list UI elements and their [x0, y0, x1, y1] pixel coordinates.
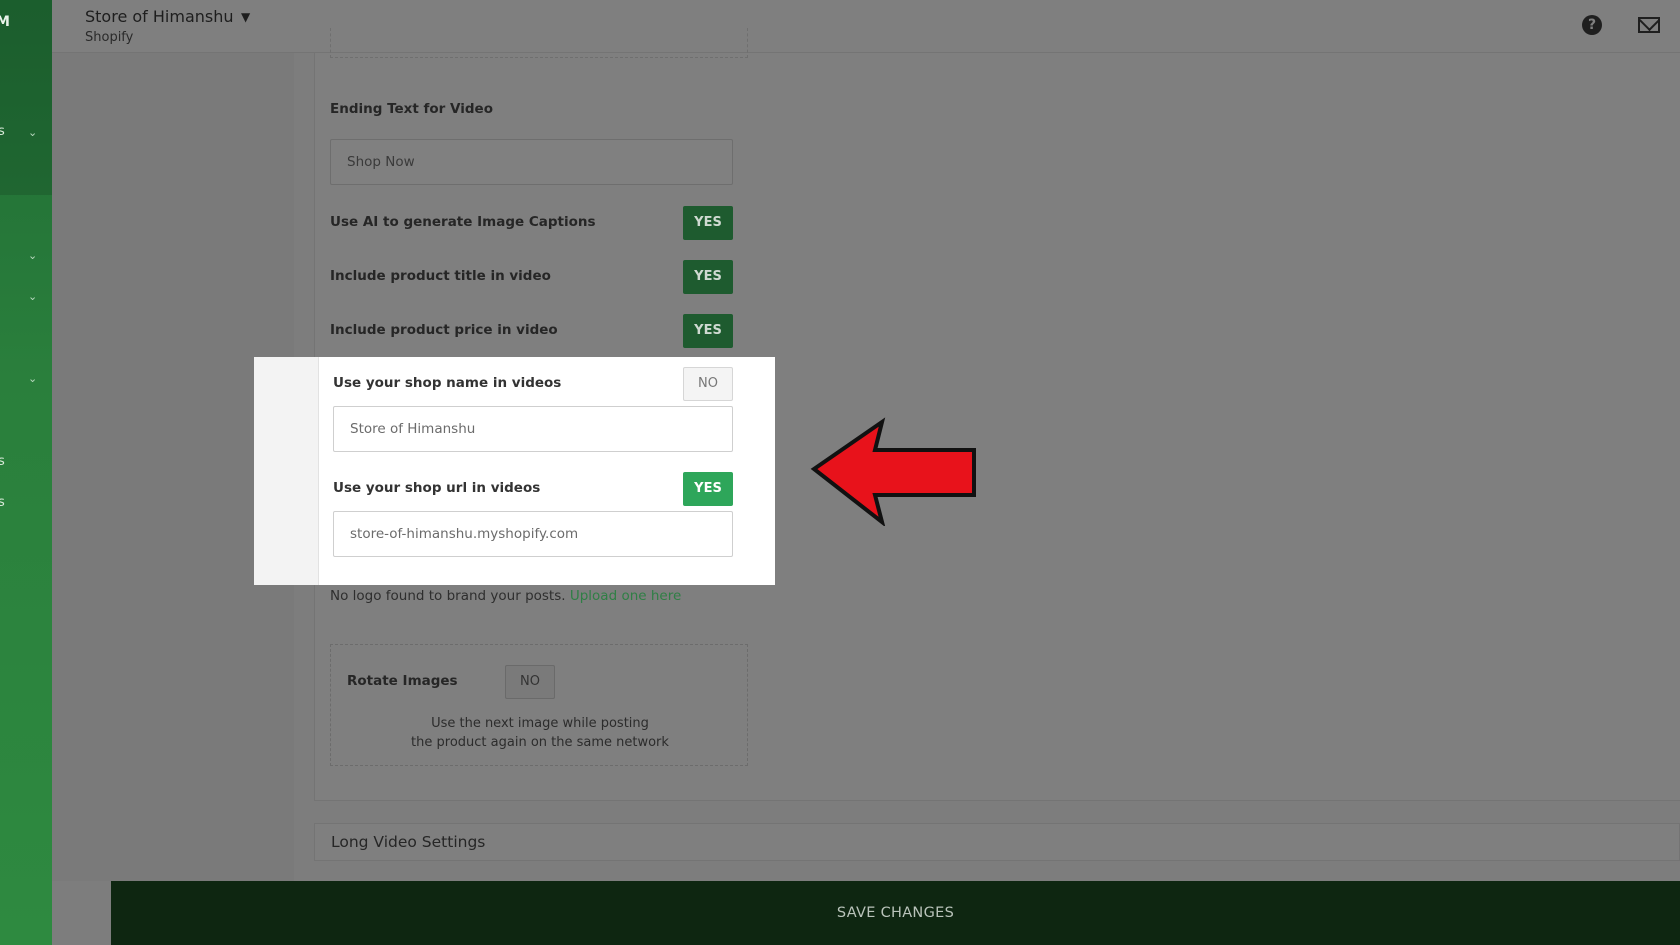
- shop-name-input[interactable]: Store of Himanshu: [333, 406, 733, 452]
- sidebar-item-2[interactable]: s: [0, 454, 5, 469]
- mail-icon[interactable]: [1638, 17, 1660, 33]
- platform-label: Shopify: [85, 30, 134, 45]
- ending-text-label: Ending Text for Video: [330, 101, 493, 117]
- logo-note-text: No logo found to brand your posts.: [330, 588, 566, 604]
- ending-text-input[interactable]: Shop Now: [330, 139, 733, 185]
- rotate-images-box: Rotate Images NO Use the next image whil…: [330, 644, 748, 766]
- product-price-toggle[interactable]: YES: [683, 314, 733, 348]
- product-price-label: Include product price in video: [330, 322, 558, 338]
- caret-down-icon[interactable]: ▼: [241, 10, 250, 24]
- product-title-label: Include product title in video: [330, 268, 551, 284]
- upload-logo-link[interactable]: Upload one here: [570, 588, 681, 604]
- red-arrow-icon: [810, 417, 976, 526]
- sidebar: M s ⌄ ⌄ ⌄ ⌄ s s: [0, 0, 52, 945]
- highlight-left-strip: [254, 357, 318, 585]
- long-video-settings-title: Long Video Settings: [331, 833, 486, 851]
- chevron-down-icon[interactable]: ⌄: [28, 126, 37, 139]
- logo-note: No logo found to brand your posts. Uploa…: [330, 588, 681, 604]
- shop-name-label: Use your shop name in videos: [333, 375, 562, 391]
- help-icon[interactable]: ?: [1582, 15, 1602, 35]
- store-selector[interactable]: Store of Himanshu: [85, 7, 234, 26]
- save-changes-label: SAVE CHANGES: [836, 905, 955, 921]
- rotate-images-description: Use the next image while posting the pro…: [331, 714, 749, 752]
- rotate-desc-line-1: Use the next image while posting: [431, 716, 649, 731]
- top-bar: Store of Himanshu ▼ Shopify ?: [52, 0, 1680, 53]
- shop-name-toggle[interactable]: NO: [683, 367, 733, 401]
- highlight-divider: [318, 357, 319, 585]
- rotate-images-label: Rotate Images: [347, 673, 458, 689]
- shop-url-toggle[interactable]: YES: [683, 472, 733, 506]
- sidebar-item-1[interactable]: s: [0, 124, 5, 139]
- chevron-down-icon[interactable]: ⌄: [28, 249, 37, 262]
- ai-captions-toggle[interactable]: YES: [683, 206, 733, 240]
- highlighted-shop-branding: Use your shop name in videos NO Store of…: [254, 357, 775, 585]
- shop-url-label: Use your shop url in videos: [333, 480, 541, 496]
- previous-section-box: [330, 28, 748, 58]
- save-changes-button[interactable]: SAVE CHANGES: [111, 881, 1680, 945]
- chevron-down-icon[interactable]: ⌄: [28, 290, 37, 303]
- shop-url-input[interactable]: store-of-himanshu.myshopify.com: [333, 511, 733, 557]
- app-logo: M: [0, 14, 10, 30]
- product-title-toggle[interactable]: YES: [683, 260, 733, 294]
- rotate-desc-line-2: the product again on the same network: [411, 735, 669, 750]
- long-video-settings-header[interactable]: Long Video Settings: [314, 823, 1680, 861]
- ai-captions-label: Use AI to generate Image Captions: [330, 214, 596, 230]
- rotate-images-toggle[interactable]: NO: [505, 665, 555, 699]
- sidebar-item-3[interactable]: s: [0, 495, 5, 510]
- chevron-down-icon[interactable]: ⌄: [28, 372, 37, 385]
